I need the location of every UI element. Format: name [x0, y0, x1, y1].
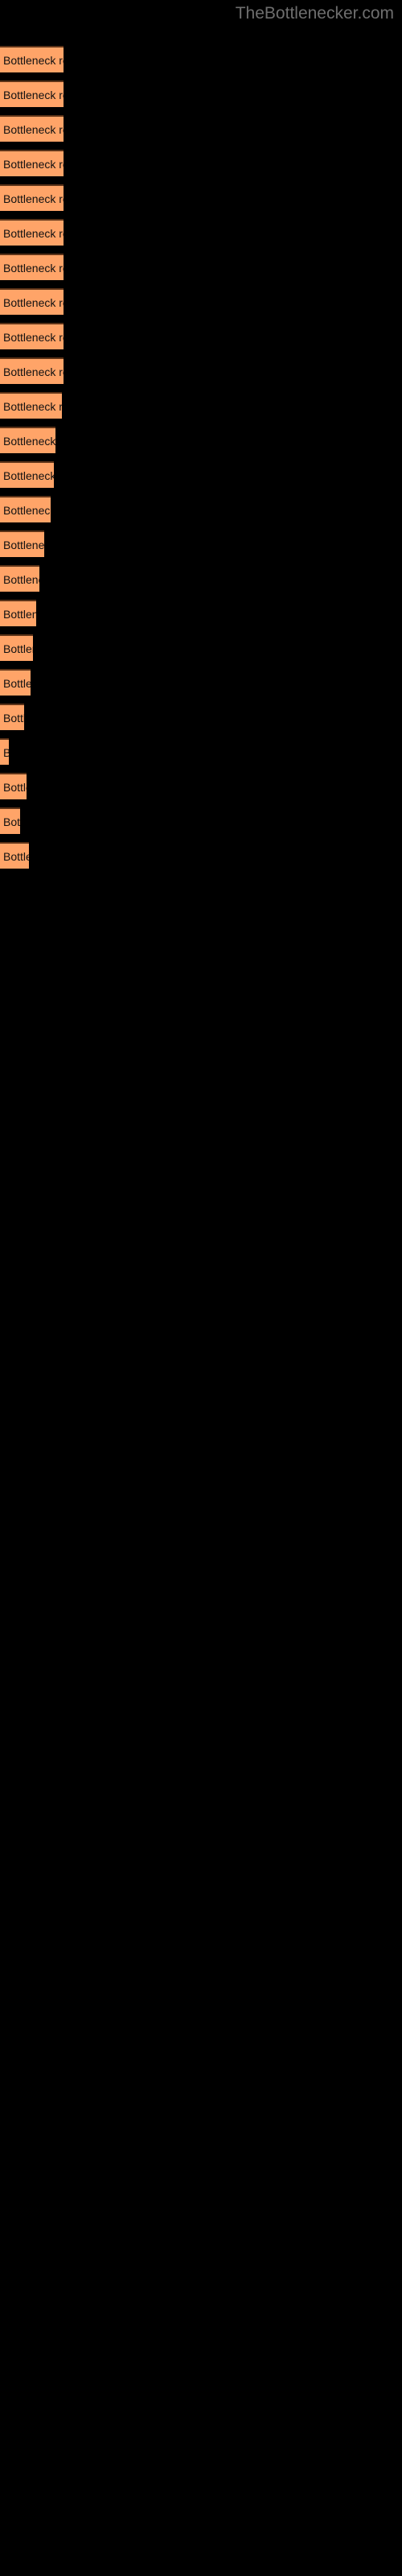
- bar-row: Bottleneck result: [0, 80, 64, 107]
- bar[interactable]: Bottleneck result: [0, 184, 64, 211]
- bar-row: Bottleneck result: [0, 842, 29, 869]
- bar-row: Bottleneck result: [0, 115, 64, 142]
- bar-row: Bottleneck result: [0, 46, 64, 72]
- bar-label: Bottleneck result: [3, 746, 9, 759]
- bar[interactable]: Bottleneck result: [0, 427, 55, 453]
- bar-row: Bottleneck result: [0, 496, 51, 522]
- bar-label: Bottleneck result: [3, 122, 64, 136]
- bar-label: Bottleneck result: [3, 572, 39, 586]
- bar-label: Bottleneck result: [3, 469, 54, 482]
- bar-row: Bottleneck result: [0, 565, 39, 592]
- bar[interactable]: Bottleneck result: [0, 496, 51, 522]
- bar[interactable]: Bottleneck result: [0, 150, 64, 176]
- bar[interactable]: Bottleneck result: [0, 288, 64, 315]
- bar-row: Bottleneck result: [0, 530, 44, 557]
- bar-row: Bottleneck result: [0, 254, 64, 280]
- bar-row: Bottleneck result: [0, 461, 54, 488]
- bar[interactable]: Bottleneck result: [0, 669, 31, 696]
- bar[interactable]: Bottleneck result: [0, 807, 20, 834]
- bar-row: Bottleneck result: [0, 634, 33, 661]
- bar[interactable]: Bottleneck result: [0, 80, 64, 107]
- bar[interactable]: Bottleneck result: [0, 565, 39, 592]
- bar[interactable]: Bottleneck result: [0, 323, 64, 349]
- bar[interactable]: Bottleneck result: [0, 773, 27, 799]
- bar[interactable]: Bottleneck result: [0, 530, 44, 557]
- bar-label: Bottleneck result: [3, 780, 27, 794]
- bar[interactable]: Bottleneck result: [0, 738, 9, 765]
- bar[interactable]: Bottleneck result: [0, 842, 29, 869]
- bar-label: Bottleneck result: [3, 642, 33, 655]
- bar[interactable]: Bottleneck result: [0, 219, 64, 246]
- bar-row: Bottleneck result: [0, 773, 27, 799]
- bar-row: Bottleneck result: [0, 738, 9, 765]
- bar-label: Bottleneck result: [3, 88, 64, 101]
- bar-row: Bottleneck result: [0, 357, 64, 384]
- bar[interactable]: Bottleneck result: [0, 46, 64, 72]
- bar-label: Bottleneck result: [3, 261, 64, 275]
- bar-label: Bottleneck result: [3, 53, 64, 67]
- bar-row: Bottleneck result: [0, 669, 31, 696]
- bar-label: Bottleneck result: [3, 711, 24, 724]
- bar-label: Bottleneck result: [3, 226, 64, 240]
- bottleneck-bar-chart: TheBottlenecker.com Bottleneck result Bot…: [0, 0, 402, 2576]
- bar[interactable]: Bottleneck result: [0, 461, 54, 488]
- bar-row: Bottleneck result: [0, 600, 36, 626]
- bar-label: Bottleneck result: [3, 434, 55, 448]
- bar-row: Bottleneck result: [0, 323, 64, 349]
- bar[interactable]: Bottleneck result: [0, 600, 36, 626]
- bar-label: Bottleneck result: [3, 330, 64, 344]
- bar-row: Bottleneck result: [0, 150, 64, 176]
- bar-row: Bottleneck result: [0, 184, 64, 211]
- bar-label: Bottleneck result: [3, 538, 44, 551]
- bar[interactable]: Bottleneck result: [0, 357, 64, 384]
- bar-label: Bottleneck result: [3, 192, 64, 205]
- bar-label: Bottleneck result: [3, 157, 64, 171]
- bar[interactable]: Bottleneck result: [0, 115, 64, 142]
- bar-row: Bottleneck result: [0, 807, 20, 834]
- bar[interactable]: Bottleneck result: [0, 254, 64, 280]
- bar-label: Bottleneck result: [3, 295, 64, 309]
- bar-label: Bottleneck result: [3, 607, 36, 621]
- bar-row: Bottleneck result: [0, 427, 55, 453]
- bar-row: Bottleneck result: [0, 219, 64, 246]
- bar-label: Bottleneck result: [3, 676, 31, 690]
- bar-label: Bottleneck result: [3, 365, 64, 378]
- bar[interactable]: Bottleneck result: [0, 634, 33, 661]
- bar-label: Bottleneck result: [3, 815, 20, 828]
- bar[interactable]: Bottleneck result: [0, 392, 62, 419]
- bar-row: Bottleneck result: [0, 288, 64, 315]
- bar-label: Bottleneck result: [3, 849, 29, 863]
- bar[interactable]: Bottleneck result: [0, 704, 24, 730]
- bar-label: Bottleneck result: [3, 503, 51, 517]
- bar-label: Bottleneck result: [3, 399, 62, 413]
- bar-row: Bottleneck result: [0, 704, 24, 730]
- bar-row: Bottleneck result: [0, 392, 62, 419]
- site-title: TheBottlenecker.com: [235, 4, 394, 23]
